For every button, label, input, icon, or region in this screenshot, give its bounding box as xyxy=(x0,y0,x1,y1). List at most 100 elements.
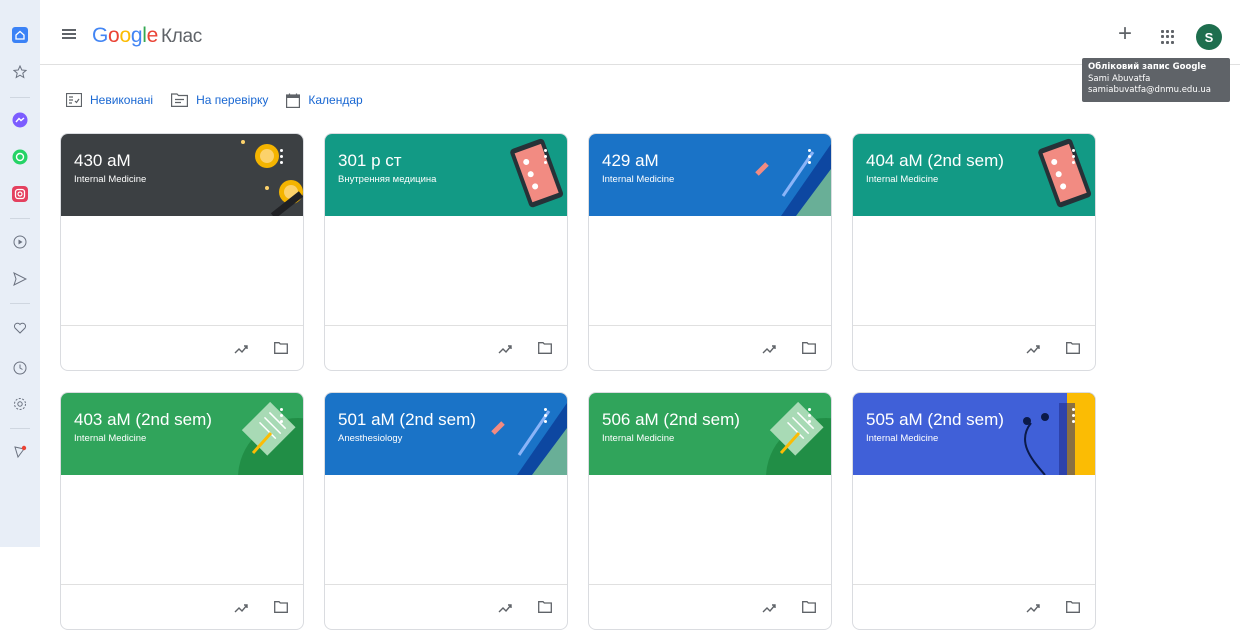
class-subtitle: Internal Medicine xyxy=(74,174,147,185)
todo-icon xyxy=(66,93,82,107)
class-card[interactable]: 403 aM (2nd sem) Internal Medicine xyxy=(60,392,304,630)
whatsapp-icon[interactable] xyxy=(12,149,28,165)
menu-icon[interactable] xyxy=(62,29,76,39)
card-divider xyxy=(589,325,831,326)
account-tooltip: Обліковий запис Google Sami Abuvatfa sam… xyxy=(1082,58,1230,102)
trending-icon[interactable] xyxy=(234,341,248,359)
folder-icon[interactable] xyxy=(1066,600,1080,618)
more-options-icon[interactable] xyxy=(544,149,547,164)
class-title[interactable]: 430 aM xyxy=(74,151,131,171)
trending-icon[interactable] xyxy=(762,341,776,359)
app-logo[interactable]: Google Клас xyxy=(92,24,202,48)
class-card[interactable]: 301 р ст Внутренняя медицина xyxy=(324,133,568,371)
trending-icon[interactable] xyxy=(762,600,776,618)
class-card-header[interactable]: 403 aM (2nd sem) Internal Medicine xyxy=(61,393,303,475)
calendar-link[interactable]: Календар xyxy=(286,93,363,108)
class-card-header[interactable]: 430 aM Internal Medicine xyxy=(61,134,303,216)
class-subtitle: Internal Medicine xyxy=(866,433,939,444)
calendar-icon xyxy=(286,93,301,108)
class-title[interactable]: 301 р ст xyxy=(338,151,402,171)
class-subtitle: Internal Medicine xyxy=(866,174,939,185)
todo-link[interactable]: Невиконані xyxy=(66,93,153,107)
home-icon[interactable] xyxy=(12,27,28,43)
folder-review-icon xyxy=(171,93,189,107)
class-card-header[interactable]: 404 aM (2nd sem) Internal Medicine xyxy=(853,134,1095,216)
folder-icon[interactable] xyxy=(274,341,288,359)
class-subtitle: Internal Medicine xyxy=(602,433,675,444)
heart-icon[interactable] xyxy=(12,320,28,336)
card-divider xyxy=(61,584,303,585)
folder-icon[interactable] xyxy=(538,341,552,359)
card-divider xyxy=(325,584,567,585)
logo-product-text: Клас xyxy=(160,26,203,47)
bulb-icon[interactable] xyxy=(12,444,28,460)
card-divider xyxy=(853,584,1095,585)
more-options-icon[interactable] xyxy=(1072,149,1075,164)
class-card-header[interactable]: 429 aM Internal Medicine xyxy=(589,134,831,216)
trending-icon[interactable] xyxy=(498,600,512,618)
class-title[interactable]: 501 aM (2nd sem) xyxy=(338,410,476,430)
class-title[interactable]: 403 aM (2nd sem) xyxy=(74,410,212,430)
class-title[interactable]: 506 aM (2nd sem) xyxy=(602,410,740,430)
review-label: На перевірку xyxy=(196,93,269,107)
add-class-button[interactable]: + xyxy=(1118,22,1132,46)
class-card[interactable]: 506 aM (2nd sem) Internal Medicine xyxy=(588,392,832,630)
instagram-icon[interactable] xyxy=(12,186,28,202)
more-options-icon[interactable] xyxy=(280,149,283,164)
calendar-label: Календар xyxy=(308,93,363,107)
class-subtitle: Internal Medicine xyxy=(602,174,675,185)
more-options-icon[interactable] xyxy=(280,408,283,423)
trending-icon[interactable] xyxy=(1026,600,1040,618)
more-options-icon[interactable] xyxy=(1072,408,1075,423)
send-icon[interactable] xyxy=(12,271,28,287)
class-card-header[interactable]: 501 aM (2nd sem) Anesthesiology xyxy=(325,393,567,475)
settings-icon[interactable] xyxy=(12,396,28,412)
messenger-icon[interactable] xyxy=(12,112,28,128)
tooltip-email: samiabuvatfa@dnmu.edu.ua xyxy=(1088,85,1212,95)
card-divider xyxy=(589,584,831,585)
card-divider xyxy=(325,325,567,326)
more-options-icon[interactable] xyxy=(808,408,811,423)
class-card-header[interactable]: 506 aM (2nd sem) Internal Medicine xyxy=(589,393,831,475)
class-title[interactable]: 404 aM (2nd sem) xyxy=(866,151,1004,171)
more-options-icon[interactable] xyxy=(544,408,547,423)
play-icon[interactable] xyxy=(12,234,28,250)
folder-icon[interactable] xyxy=(802,341,816,359)
class-card[interactable]: 404 aM (2nd sem) Internal Medicine xyxy=(852,133,1096,371)
sidebar-divider xyxy=(10,97,30,98)
class-title[interactable]: 429 aM xyxy=(602,151,659,171)
class-title[interactable]: 505 aM (2nd sem) xyxy=(866,410,1004,430)
tooltip-title: Обліковий запис Google xyxy=(1088,62,1207,72)
quick-links: Невиконані На перевірку Календар xyxy=(66,90,363,110)
trending-icon[interactable] xyxy=(1026,341,1040,359)
star-icon[interactable] xyxy=(12,64,28,80)
sidebar-divider xyxy=(10,218,30,219)
browser-sidebar xyxy=(0,0,40,547)
more-options-icon[interactable] xyxy=(808,149,811,164)
review-link[interactable]: На перевірку xyxy=(171,93,268,107)
folder-icon[interactable] xyxy=(538,600,552,618)
folder-icon[interactable] xyxy=(802,600,816,618)
class-card-header[interactable]: 505 aM (2nd sem) Internal Medicine xyxy=(853,393,1095,475)
sidebar-divider xyxy=(10,428,30,429)
class-card[interactable]: 430 aM Internal Medicine xyxy=(60,133,304,371)
google-apps-icon[interactable] xyxy=(1161,30,1175,44)
logo-google-text: Google xyxy=(92,24,158,47)
class-subtitle: Anesthesiology xyxy=(338,433,403,444)
trending-icon[interactable] xyxy=(498,341,512,359)
folder-icon[interactable] xyxy=(274,600,288,618)
class-subtitle: Внутренняя медицина xyxy=(338,174,437,185)
class-card-header[interactable]: 301 р ст Внутренняя медицина xyxy=(325,134,567,216)
class-card[interactable]: 505 aM (2nd sem) Internal Medicine xyxy=(852,392,1096,630)
class-card[interactable]: 429 aM Internal Medicine xyxy=(588,133,832,371)
account-avatar[interactable]: S xyxy=(1196,24,1222,50)
card-divider xyxy=(853,325,1095,326)
todo-label: Невиконані xyxy=(90,93,154,107)
folder-icon[interactable] xyxy=(1066,341,1080,359)
tooltip-name: Sami Abuvatfa xyxy=(1088,73,1151,84)
clock-icon[interactable] xyxy=(12,360,28,376)
class-subtitle: Internal Medicine xyxy=(74,433,147,444)
class-card[interactable]: 501 aM (2nd sem) Anesthesiology xyxy=(324,392,568,630)
trending-icon[interactable] xyxy=(234,600,248,618)
card-divider xyxy=(61,325,303,326)
